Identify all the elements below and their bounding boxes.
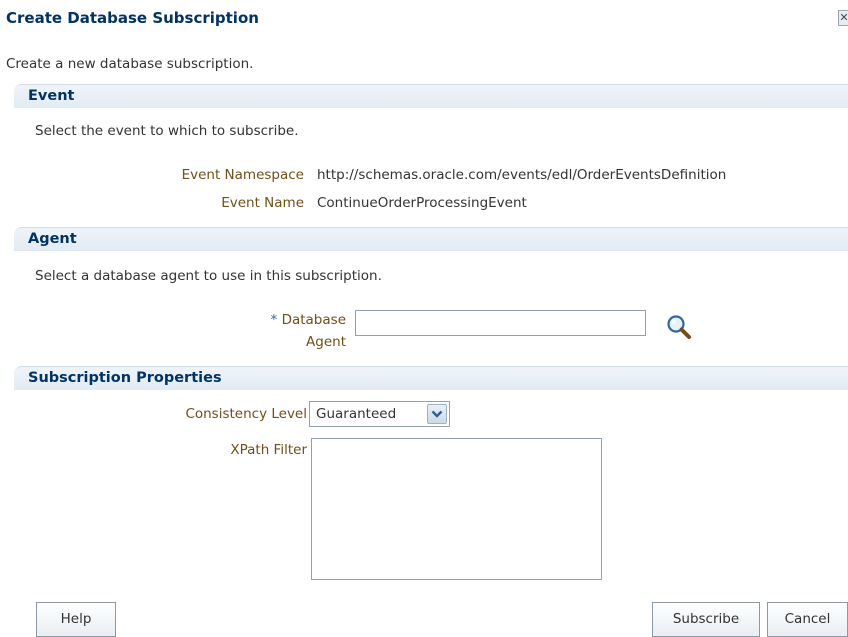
consistency-level-value: Guaranteed: [316, 406, 397, 422]
event-name-label: Event Name: [221, 195, 304, 211]
dialog-title: Create Database Subscription: [6, 9, 259, 27]
consistency-level-label: Consistency Level: [185, 406, 307, 422]
cancel-button[interactable]: Cancel: [767, 602, 848, 637]
chevron-down-icon[interactable]: [427, 404, 447, 424]
xpath-filter-textarea[interactable]: [311, 438, 602, 580]
dialog-intro: Create a new database subscription.: [6, 56, 254, 72]
agent-description: Select a database agent to use in this s…: [35, 268, 382, 284]
database-agent-label-line2: Agent: [306, 334, 346, 350]
xpath-filter-label: XPath Filter: [230, 442, 307, 458]
database-agent-input[interactable]: [355, 310, 646, 336]
subscribe-button[interactable]: Subscribe: [652, 602, 760, 637]
event-section-header: Event: [14, 84, 848, 108]
event-namespace-value: http://schemas.oracle.com/events/edl/Ord…: [317, 167, 727, 183]
database-agent-label-line1: Database: [281, 312, 346, 328]
event-section-title: Event: [28, 88, 75, 104]
agent-section-title: Agent: [28, 231, 77, 247]
event-description: Select the event to which to subscribe.: [35, 123, 299, 139]
properties-section-title: Subscription Properties: [28, 370, 222, 386]
required-marker: *: [270, 312, 278, 328]
database-agent-label: * Database Agent: [271, 309, 346, 353]
event-namespace-label: Event Namespace: [181, 167, 304, 183]
close-icon[interactable]: ✕: [838, 10, 848, 26]
consistency-level-select[interactable]: Guaranteed: [309, 401, 450, 427]
properties-section-header: Subscription Properties: [14, 366, 848, 390]
agent-section-header: Agent: [14, 227, 848, 251]
help-button[interactable]: Help: [36, 602, 116, 637]
search-icon[interactable]: [665, 313, 693, 341]
event-name-value: ContinueOrderProcessingEvent: [317, 195, 527, 211]
